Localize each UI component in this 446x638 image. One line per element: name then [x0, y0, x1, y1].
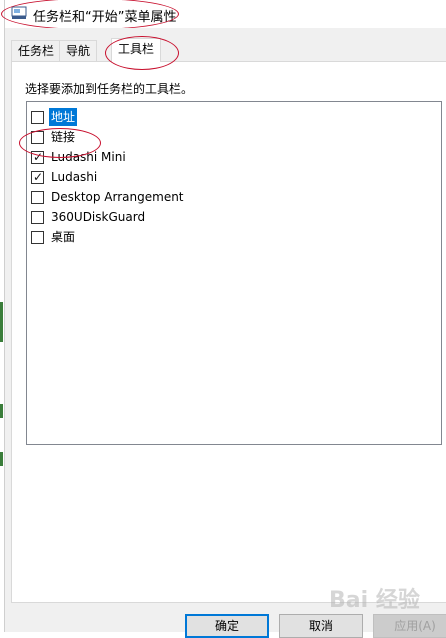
properties-window: 任务栏和“开始”菜单属性 任务栏 导航 工具栏 选择要添加到任务栏的工具栏。 地…: [1, 0, 446, 638]
list-item-label: 链接: [51, 130, 76, 144]
checkmark-icon: ✓: [33, 170, 44, 184]
toolbar-list[interactable]: 地址 链接 ✓ Ludashi Mini ✓ Ludashi Desktop A…: [26, 101, 442, 445]
checkbox[interactable]: [31, 191, 44, 204]
checkmark-icon: ✓: [33, 150, 44, 164]
desktop-fragment: [0, 302, 3, 342]
list-item-label: 地址: [49, 108, 78, 126]
checkbox[interactable]: ✓: [31, 150, 44, 164]
ok-button[interactable]: 确定: [185, 614, 269, 638]
checkbox[interactable]: [31, 111, 44, 124]
taskbar-properties-icon: [11, 6, 27, 20]
tab-toolbars[interactable]: 工具栏: [111, 38, 162, 62]
watermark-logo: Bai 经验: [329, 588, 420, 613]
list-item-label: Ludashi Mini: [51, 150, 126, 164]
cancel-button[interactable]: 取消: [279, 614, 363, 638]
list-item-label: Ludashi: [51, 170, 98, 184]
list-item-label: 360UDiskGuard: [51, 210, 146, 224]
checkbox[interactable]: ✓: [31, 170, 44, 184]
apply-button[interactable]: 应用(A): [373, 614, 446, 638]
list-item-label: Desktop Arrangement: [51, 190, 184, 204]
desktop-fragment: [0, 452, 3, 466]
tab-taskbar[interactable]: 任务栏: [11, 40, 62, 61]
toolbars-instruction: 选择要添加到任务栏的工具栏。: [25, 82, 194, 96]
checkbox[interactable]: [31, 131, 44, 144]
tab-navigation[interactable]: 导航: [59, 40, 98, 61]
desktop-fragment: [0, 404, 3, 418]
checkbox[interactable]: [31, 231, 44, 244]
checkbox[interactable]: [31, 211, 44, 224]
list-item-label: 桌面: [51, 230, 76, 244]
window-title: 任务栏和“开始”菜单属性: [33, 10, 177, 25]
title-bar[interactable]: 任务栏和“开始”菜单属性: [5, 0, 446, 28]
